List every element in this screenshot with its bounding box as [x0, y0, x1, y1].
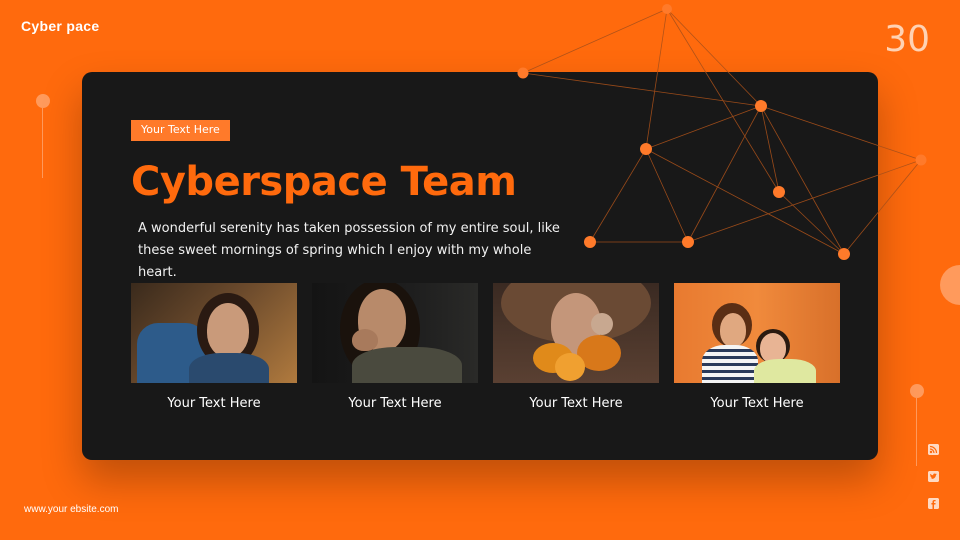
- rss-icon[interactable]: [928, 444, 939, 455]
- decorative-dot: [36, 94, 50, 108]
- team-member-1: Your Text Here: [131, 283, 297, 411]
- slide-description: A wonderful serenity has taken possessio…: [138, 221, 560, 280]
- facebook-icon[interactable]: [928, 498, 939, 509]
- decorative-line: [42, 108, 43, 178]
- team-member-name: Your Text Here: [710, 396, 804, 411]
- team-member-name: Your Text Here: [348, 396, 442, 411]
- decorative-circle: [940, 265, 960, 305]
- woman-smiling-photo: [131, 283, 297, 383]
- brand-logo-text: Cyber pace: [21, 18, 100, 34]
- slide-title: Cyberspace Team: [131, 159, 517, 205]
- website-link[interactable]: www.your ebsite.com: [24, 504, 118, 515]
- decorative-line: [916, 398, 917, 466]
- team-member-2: Your Text Here: [312, 283, 478, 411]
- couple-photo: [674, 283, 840, 383]
- team-member-3: Your Text Here: [493, 283, 659, 411]
- woman-portrait-photo: [312, 283, 478, 383]
- network-node: [662, 4, 672, 14]
- team-member-4: Your Text Here: [674, 283, 840, 411]
- team-member-name: Your Text Here: [167, 396, 261, 411]
- team-gallery: Your Text Here Your Text Here Your Text …: [131, 283, 840, 411]
- decorative-dot: [910, 384, 924, 398]
- team-member-name: Your Text Here: [529, 396, 623, 411]
- woman-with-flowers-photo: [493, 283, 659, 383]
- network-node: [915, 154, 927, 166]
- page-number: 30: [884, 19, 930, 60]
- twitter-icon[interactable]: [928, 471, 939, 482]
- section-tag: Your Text Here: [131, 120, 230, 141]
